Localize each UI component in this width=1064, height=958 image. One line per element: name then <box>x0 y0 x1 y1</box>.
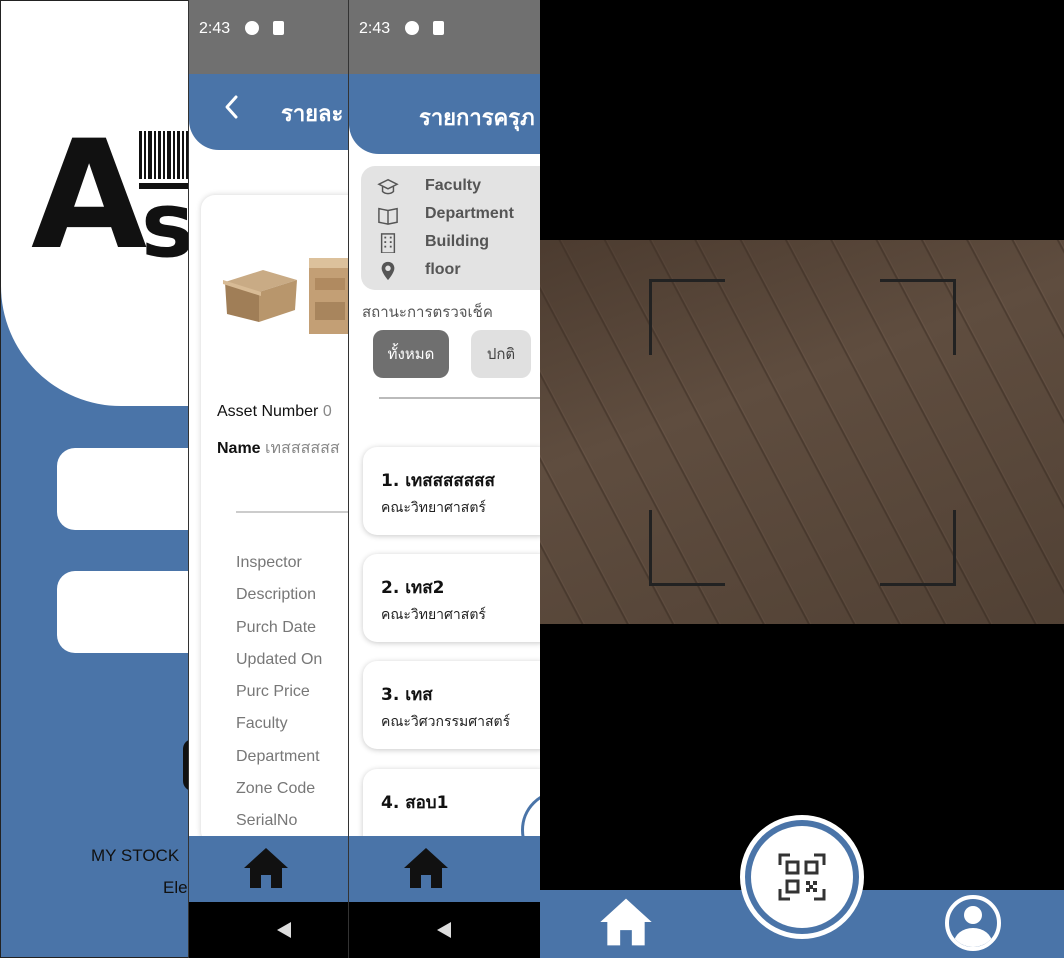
login-screen: A s MY STOCK Ele <box>0 0 190 958</box>
field-label-zone-code: Zone Code <box>236 780 316 798</box>
item-subtitle: คณะวิทยาศาสตร์ <box>381 607 486 623</box>
field-label-description: Description <box>236 586 317 604</box>
profile-head <box>964 906 982 924</box>
field-label-purch-date: Purch Date <box>236 618 317 636</box>
chevron-left-icon <box>225 95 238 119</box>
android-nav-bar <box>189 902 350 958</box>
field-label-faculty: Faculty <box>236 715 288 733</box>
username-field[interactable] <box>57 448 189 530</box>
item-title: 1. เทสสสสสสส <box>381 471 495 491</box>
scan-button-inner <box>751 826 853 928</box>
asset-number-label: Asset Number <box>217 403 319 420</box>
status-bar-2: 2:43 <box>349 0 540 74</box>
item-subtitle: คณะวิทยาศาสตร์ <box>381 500 486 516</box>
sd-card-icon-2 <box>433 21 445 35</box>
bottom-nav <box>189 836 350 902</box>
field-label-purc-price: Purc Price <box>236 683 310 701</box>
asset-list-screen: 2:43 รายการครุภ Faculty Department Build… <box>348 0 540 958</box>
filter-faculty-label: Faculty <box>425 177 482 194</box>
home-icon[interactable] <box>402 846 450 890</box>
list-item[interactable]: 2. เทส2 คณะวิทยาศาสตร์ <box>363 554 540 642</box>
qr-scanner-screen <box>540 0 1064 958</box>
item-subtitle: คณะวิศวกรรมศาสตร์ <box>381 714 511 730</box>
back-button[interactable] <box>223 94 239 126</box>
field-labels: Inspector Description Purch Date Updated… <box>236 552 322 843</box>
scan-frame-corner <box>649 510 725 586</box>
status-time: 2:43 <box>199 20 231 37</box>
detail-header: รายละ <box>189 74 350 150</box>
filter-floor-label: floor <box>425 261 461 278</box>
android-back-icon[interactable] <box>277 922 291 938</box>
barcode-logo-mark <box>139 131 189 179</box>
field-label-updated-on: Updated On <box>236 650 323 668</box>
scan-frame-corner <box>649 279 725 355</box>
password-field[interactable] <box>57 571 189 653</box>
chip-all[interactable]: ทั้งหมด <box>373 330 449 378</box>
chip-normal[interactable]: ปกติ <box>471 330 531 378</box>
filter-department-label: Department <box>425 205 514 222</box>
app-logo: A <box>31 109 147 283</box>
home-icon[interactable] <box>598 896 654 948</box>
scan-button[interactable] <box>740 815 864 939</box>
profile-body <box>954 928 992 947</box>
page-title: รายละ <box>281 102 344 127</box>
list-header: รายการครุภ <box>349 74 540 154</box>
list-title: รายการครุภ <box>419 106 535 131</box>
asset-detail-screen: 2:43 รายละ Asset Number 0 Name เทสสสสสส … <box>188 0 350 958</box>
home-icon[interactable] <box>242 846 290 890</box>
profile-icon[interactable] <box>945 895 1001 951</box>
asset-name-value: เทสสสสสส <box>265 440 340 457</box>
location-pin-icon <box>381 261 395 281</box>
status-time-2: 2:43 <box>359 20 391 37</box>
book-icon <box>378 207 398 225</box>
footer-subtitle: Ele <box>163 878 188 897</box>
item-title: 2. เทส2 <box>381 578 445 598</box>
check-status-label: สถานะการตรวจเช็ค <box>362 303 493 321</box>
status-app-icon-2 <box>404 21 419 35</box>
qr-code-icon <box>778 853 826 901</box>
status-app-icon <box>244 21 259 35</box>
list-item[interactable]: 3. เทส คณะวิศวกรรมศาสตร์ <box>363 661 540 749</box>
building-icon <box>380 233 396 253</box>
status-bar: 2:43 <box>189 0 350 74</box>
asset-number-value: 0 <box>322 403 332 420</box>
graduation-cap-icon <box>377 178 399 195</box>
asset-name-label: Name <box>217 440 261 457</box>
scan-frame-corner <box>880 279 956 355</box>
android-nav-bar-2 <box>349 902 540 958</box>
footer-app-name: MY STOCK <box>91 846 180 865</box>
item-title: 4. สอบ1 <box>381 793 449 813</box>
asset-image-2 <box>309 258 350 334</box>
asset-image <box>223 270 297 322</box>
android-back-icon[interactable] <box>437 922 451 938</box>
list-item[interactable]: 1. เทสสสสสสส คณะวิทยาศาสตร์ <box>363 447 540 535</box>
screenshot-collage: A s MY STOCK Ele 2:43 รายละ Asset Number… <box>0 0 1064 958</box>
login-hero: A s <box>1 1 190 406</box>
bottom-nav-2 <box>349 836 540 902</box>
field-label-inspector: Inspector <box>236 554 302 571</box>
asset-name: Name เทสสสสสส <box>217 436 340 461</box>
field-label-department: Department <box>236 747 320 765</box>
sd-card-icon <box>273 21 285 35</box>
scan-frame-corner <box>880 510 956 586</box>
item-title: 3. เทส <box>381 685 433 705</box>
divider-2 <box>379 397 540 399</box>
camera-preview <box>540 240 1064 624</box>
divider <box>236 511 350 513</box>
filter-building-label: Building <box>425 233 489 250</box>
asset-number: Asset Number 0 <box>217 403 332 421</box>
app-logo-s: s <box>141 173 190 278</box>
